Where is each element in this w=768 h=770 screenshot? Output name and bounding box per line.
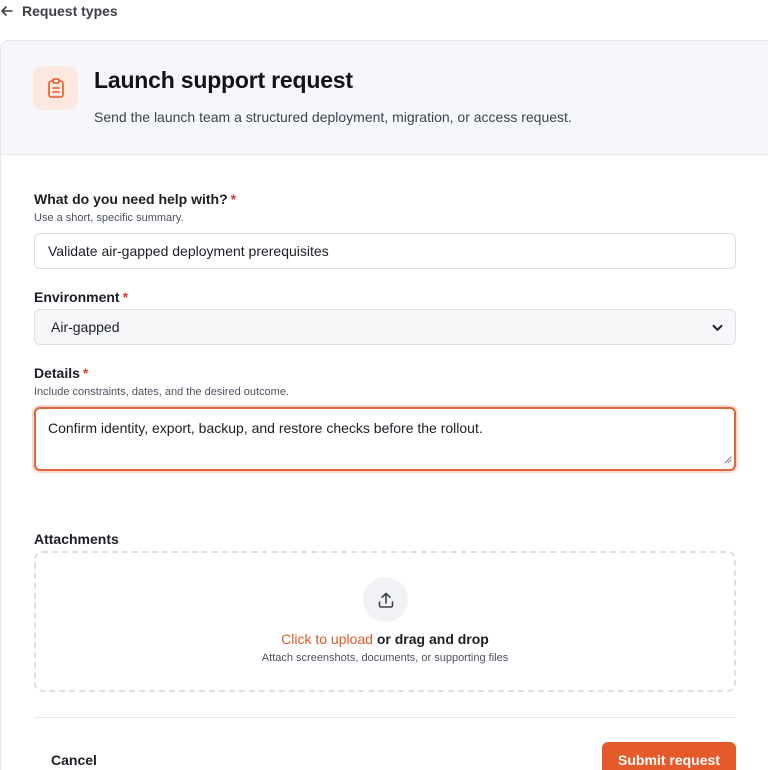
environment-selected-value: Air-gapped xyxy=(51,319,120,335)
details-label: Details * xyxy=(34,365,89,381)
request-form-card: Launch support request Send the launch t… xyxy=(0,40,768,770)
environment-select[interactable]: Air-gapped xyxy=(34,309,736,345)
back-to-request-types-link[interactable]: Request types xyxy=(0,0,118,22)
click-to-upload-link[interactable]: Click to upload xyxy=(281,631,373,647)
attachments-label: Attachments xyxy=(34,531,119,547)
summary-label: What do you need help with? * xyxy=(34,191,237,207)
upload-icon xyxy=(363,577,408,622)
resize-handle-icon[interactable] xyxy=(724,451,732,467)
summary-input[interactable]: Validate air-gapped deployment prerequis… xyxy=(34,233,736,269)
drag-and-drop-text: or drag and drop xyxy=(372,631,489,647)
file-dropzone[interactable]: Click to upload or drag and drop Attach … xyxy=(34,551,736,692)
footer-divider xyxy=(34,717,736,718)
required-mark: * xyxy=(82,365,89,381)
details-textarea-value: Confirm identity, export, backup, and re… xyxy=(48,420,483,436)
upload-hint: Attach screenshots, documents, or suppor… xyxy=(261,652,509,664)
summary-input-value: Validate air-gapped deployment prerequis… xyxy=(48,243,329,259)
environment-label: Environment * xyxy=(34,289,129,305)
submit-request-button[interactable]: Submit request xyxy=(602,742,736,770)
arrow-left-icon xyxy=(0,4,14,18)
summary-hint: Use a short, specific summary. xyxy=(34,212,184,224)
clipboard-icon xyxy=(33,66,78,110)
back-link-label: Request types xyxy=(22,3,118,19)
cancel-button[interactable]: Cancel xyxy=(34,742,114,770)
details-hint: Include constraints, dates, and the desi… xyxy=(34,386,289,398)
page-title: Launch support request xyxy=(94,67,353,93)
chevron-down-icon xyxy=(712,319,723,335)
required-mark: * xyxy=(230,191,237,207)
page-subtitle: Send the launch team a structured deploy… xyxy=(94,109,572,125)
upload-instruction: Click to upload or drag and drop xyxy=(36,631,734,647)
required-mark: * xyxy=(122,289,129,305)
card-header: Launch support request Send the launch t… xyxy=(1,41,768,155)
details-textarea[interactable]: Confirm identity, export, backup, and re… xyxy=(34,407,736,471)
